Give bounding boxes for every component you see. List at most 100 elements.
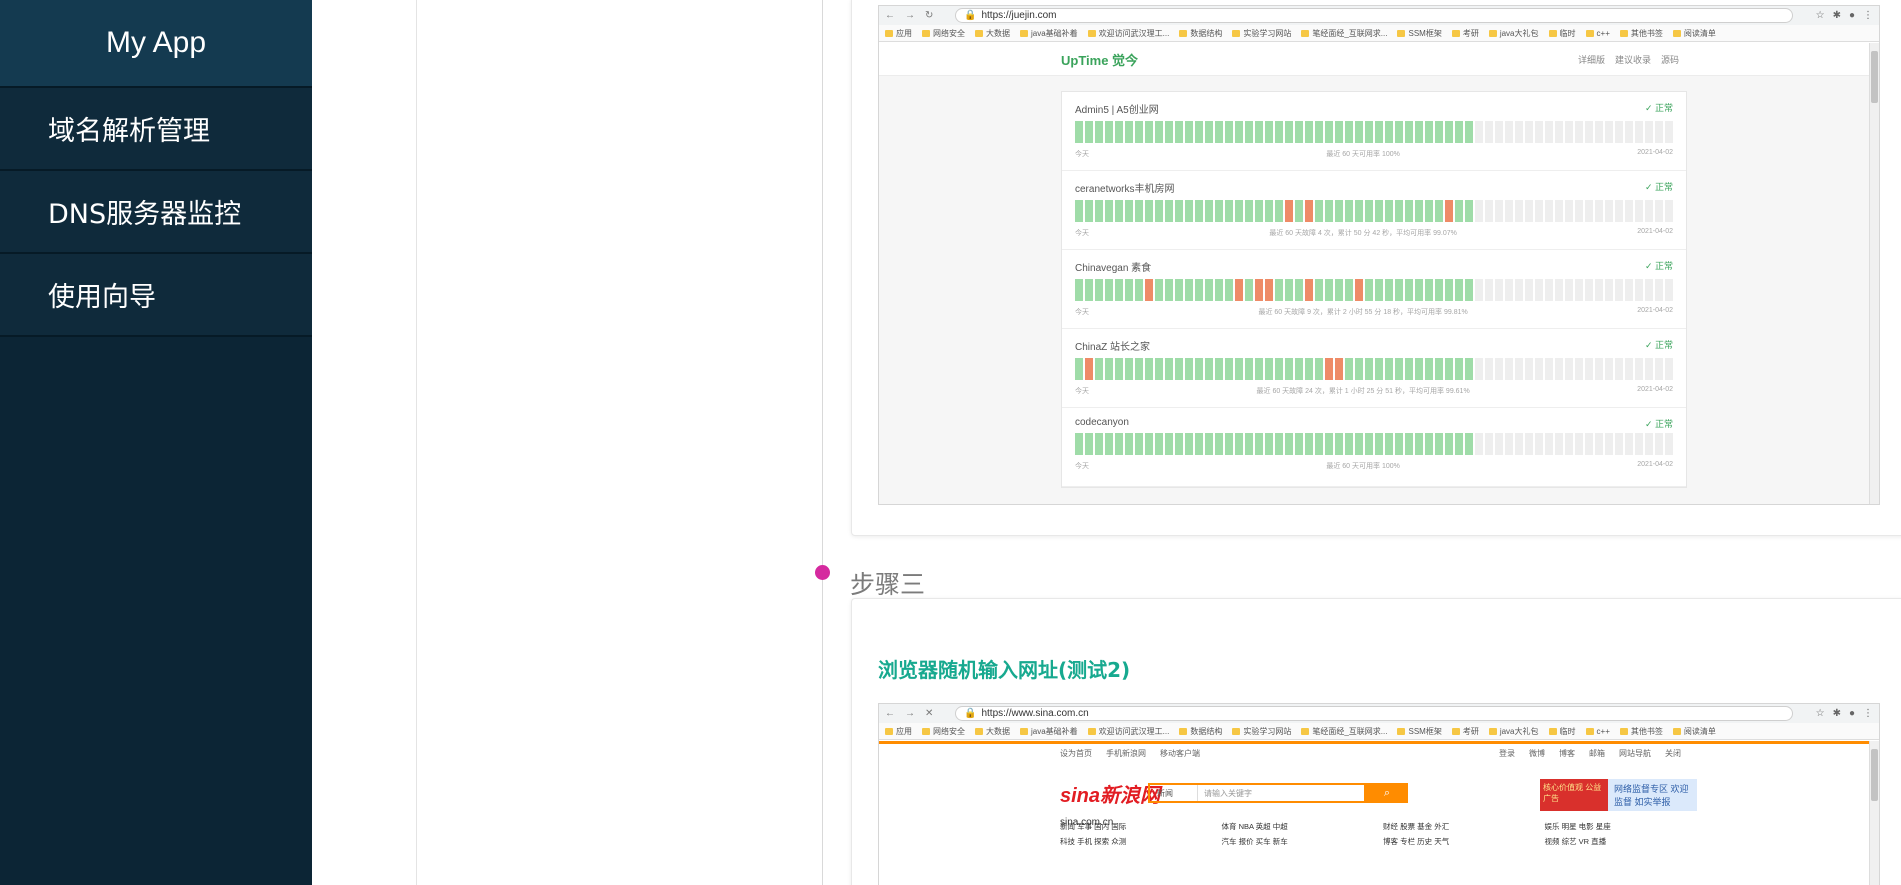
sidebar-item-guide[interactable]: 使用向导 xyxy=(0,254,312,337)
uptime-bar xyxy=(1385,200,1393,222)
uptime-bar xyxy=(1445,200,1453,222)
uptime-bar xyxy=(1285,433,1293,455)
app-brand[interactable]: My App xyxy=(0,0,312,88)
folder-icon xyxy=(1179,29,1188,37)
browser-address: 🔒 https://www.sina.com.cn xyxy=(955,706,1793,721)
uptime-bar xyxy=(1235,279,1243,301)
bookmark-label: 笔经面经_互联网求... xyxy=(1312,726,1388,736)
sina-top-link: 邮箱 xyxy=(1589,749,1605,758)
monitor-bars xyxy=(1075,200,1673,222)
monitor-row: codecanyon ✓ 正常 今天 最近 60 天可用率 100% 2021-04-0… xyxy=(1062,408,1686,487)
bookmark-label: 网络安全 xyxy=(933,28,965,38)
uptime-bar xyxy=(1315,200,1323,222)
uptime-bar xyxy=(1415,279,1423,301)
uptime-bar xyxy=(1535,279,1543,301)
bookmark-item: c++ xyxy=(1585,726,1610,736)
monitor-footer-left: 今天 xyxy=(1075,388,1089,395)
bookmark-label: 欢迎访问武汉理工... xyxy=(1098,726,1170,736)
uptime-bar xyxy=(1215,200,1223,222)
uptime-bar xyxy=(1365,121,1373,143)
sina-top-link: 移动客户端 xyxy=(1160,749,1200,758)
star-icon: ☆ xyxy=(1815,10,1825,21)
uptime-bar xyxy=(1175,358,1183,380)
uptime-bar xyxy=(1145,433,1153,455)
bookmark-item: 阅读清单 xyxy=(1672,28,1716,39)
sina-search: 新闻 请输入关键字 xyxy=(1148,783,1366,803)
uptime-bar xyxy=(1575,121,1583,143)
uptime-bar xyxy=(1595,279,1603,301)
uptime-bar xyxy=(1555,121,1563,143)
bookmark-item: 考研 xyxy=(1451,726,1479,737)
uptime-bar xyxy=(1125,200,1133,222)
uptime-bar xyxy=(1595,200,1603,222)
uptime-bar xyxy=(1135,358,1143,380)
uptime-bar xyxy=(1385,358,1393,380)
uptime-bar xyxy=(1605,200,1613,222)
reload-icon: ↻ xyxy=(925,10,934,21)
sina-channel-link: 视频 综艺 VR 直播 xyxy=(1544,837,1607,846)
uptime-bar xyxy=(1295,279,1303,301)
uptime-bar xyxy=(1385,279,1393,301)
uptime-bar xyxy=(1305,433,1313,455)
monitor-footer: 今天 最近 60 天可用率 100% 2021-04-02 xyxy=(1075,461,1673,471)
sina-channel-link: 新闻 军事 国内 国际 xyxy=(1060,822,1127,831)
uptime-bar xyxy=(1445,358,1453,380)
uptime-bar xyxy=(1465,200,1473,222)
uptime-bar xyxy=(1425,279,1433,301)
sidebar-item-dns-monitor[interactable]: DNS服务器监控 xyxy=(0,171,312,254)
bookmark-label: c++ xyxy=(1596,726,1610,736)
monitor-bars xyxy=(1075,121,1673,143)
bookmark-item: 欢迎访问武汉理工... xyxy=(1087,28,1169,39)
uptime-bar xyxy=(1605,279,1613,301)
sidebar-item-domain-resolution[interactable]: 域名解析管理 xyxy=(0,88,312,171)
uptime-bar xyxy=(1115,121,1123,143)
uptime-bar xyxy=(1375,121,1383,143)
uptime-bar xyxy=(1335,358,1343,380)
bookmark-item: java基础补着 xyxy=(1020,726,1078,737)
uptime-bar xyxy=(1575,433,1583,455)
sina-top-link: 博客 xyxy=(1559,749,1575,758)
uptime-nav-item: 源码 xyxy=(1660,54,1679,65)
uptime-bar xyxy=(1325,121,1333,143)
scrollbar-thumb xyxy=(1871,51,1878,103)
uptime-bar xyxy=(1585,121,1593,143)
uptime-bar xyxy=(1105,200,1113,222)
bookmark-item: 笔经面经_互联网求... xyxy=(1301,726,1387,737)
uptime-bar xyxy=(1615,433,1623,455)
monitor-footer: 今天 最近 60 天故障 4 次，累计 50 分 42 秒，平均可用率 99.07… xyxy=(1075,228,1673,238)
monitor-footer-date: 2021-04-02 xyxy=(1637,149,1673,156)
folder-icon xyxy=(975,29,983,37)
uptime-bar xyxy=(1495,279,1503,301)
menu-icon: ⋮ xyxy=(1863,708,1873,719)
monitor-name: codecanyon xyxy=(1075,417,1129,428)
folder-icon xyxy=(1672,29,1681,37)
uptime-bar xyxy=(1185,358,1193,380)
monitor-status: ✓ 正常 xyxy=(1644,182,1673,192)
sina-channel-link: 体育 NBA 英超 中超 xyxy=(1221,822,1288,831)
uptime-bar xyxy=(1235,121,1243,143)
monitor-footer-summary: 最近 60 天可用率 100% xyxy=(1326,151,1400,158)
uptime-bar xyxy=(1625,433,1633,455)
uptime-bar xyxy=(1215,358,1223,380)
monitor-footer: 今天 最近 60 天故障 9 次，累计 2 小时 55 分 18 秒，平均可用率 … xyxy=(1075,307,1673,317)
uptime-bar xyxy=(1145,200,1153,222)
browser-urlbar: ← → ✕ 🔒 https://www.sina.com.cn ☆ ✱ ● ⋮ xyxy=(879,704,1879,723)
uptime-bar xyxy=(1235,433,1243,455)
folder-icon xyxy=(1488,29,1497,37)
uptime-bar xyxy=(1335,200,1343,222)
browser-screenshot-juejin: ← → ↻ 🔒 https://juejin.com ☆ ✱ ● ⋮ 应用 网络安… xyxy=(878,5,1880,505)
uptime-bar xyxy=(1355,433,1363,455)
uptime-bar xyxy=(1305,358,1313,380)
uptime-bar xyxy=(1135,121,1143,143)
uptime-bar xyxy=(1465,433,1473,455)
uptime-bar xyxy=(1455,200,1463,222)
uptime-bar xyxy=(1085,433,1093,455)
search-icon: ⌕ xyxy=(1366,783,1408,803)
uptime-bar xyxy=(1625,279,1633,301)
folder-icon xyxy=(1020,727,1028,735)
folder-icon xyxy=(1585,29,1594,37)
uptime-bar xyxy=(1495,358,1503,380)
sina-top-right: 登录 微博 博客 邮箱 网站导航 关闭 xyxy=(1499,748,1681,759)
uptime-bar xyxy=(1645,433,1653,455)
monitor-row: ceranetworks丰机房网 ✓ 正常 今天 最近 60 天故障 4 次，累计 5… xyxy=(1062,171,1686,250)
